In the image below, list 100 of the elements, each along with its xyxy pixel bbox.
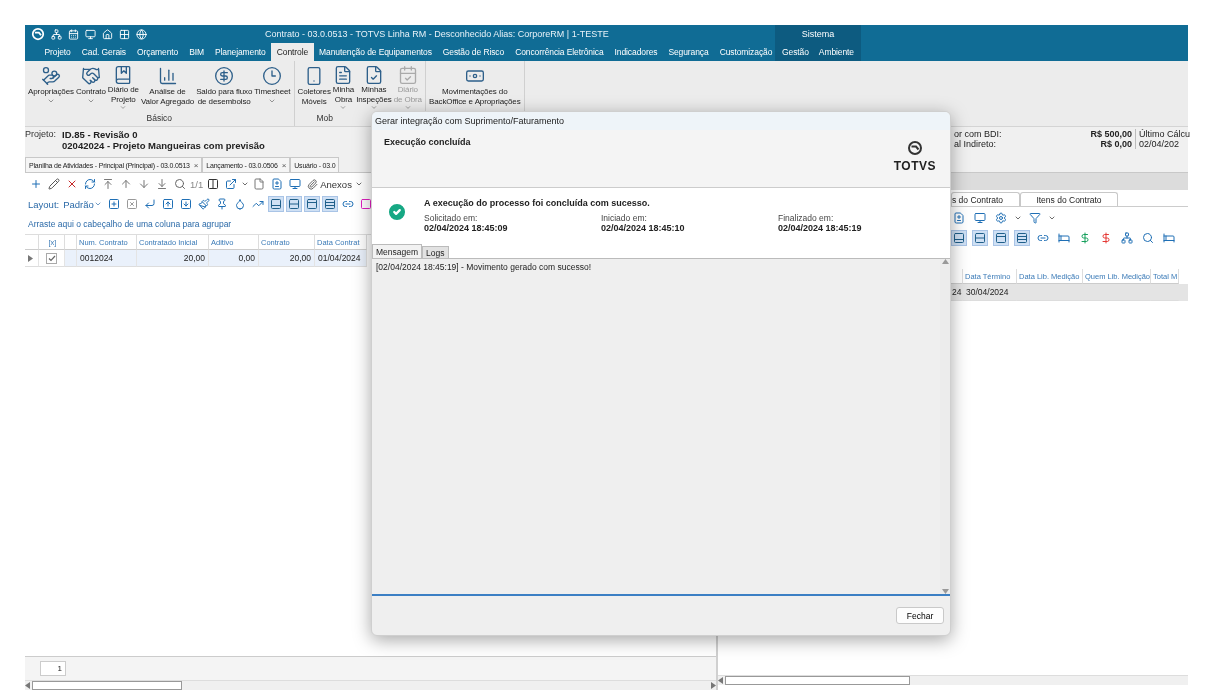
refresh-button[interactable] — [82, 176, 98, 192]
search-icon — [174, 178, 186, 190]
summary-value: R$ 500,00 — [1074, 129, 1136, 139]
tab[interactable]: Itens do Contrato — [1020, 192, 1118, 206]
move-top-icon — [102, 178, 114, 190]
chart-icon — [251, 198, 264, 210]
network-icon[interactable] — [51, 28, 62, 40]
menu-tab[interactable]: Manutenção de Equipamentos — [313, 43, 438, 61]
time-value: 02/04/2024 18:45:09 — [424, 223, 509, 233]
link-icon — [1037, 232, 1049, 244]
ribbon-button[interactable]: Coletores Móveis — [296, 61, 332, 111]
rows-three-button[interactable] — [1014, 230, 1030, 246]
summary-text: Último Cálcu — [1138, 129, 1188, 139]
search-button[interactable] — [172, 176, 188, 192]
menu-tab[interactable]: BIM — [183, 43, 210, 61]
monitor-button[interactable] — [287, 176, 304, 192]
caret-icon[interactable] — [1014, 214, 1022, 222]
layout-dropdown[interactable]: Padrão — [61, 196, 104, 212]
ribbon-button[interactable]: Análise de Valor Agregado — [139, 61, 196, 111]
caret-icon — [354, 180, 363, 188]
brush-button[interactable] — [195, 196, 212, 212]
caret-icon[interactable] — [1048, 214, 1056, 222]
scrollbar-thumb[interactable] — [32, 681, 182, 690]
panel-top-button[interactable] — [303, 196, 320, 212]
ribbon-button[interactable]: Diário de Projeto — [106, 61, 140, 111]
grid-icon[interactable] — [119, 28, 130, 40]
upload-icon — [161, 198, 174, 210]
pin-icon — [215, 198, 228, 210]
menu-tab[interactable]: Customização — [714, 43, 775, 61]
scroll-left-arrow[interactable] — [718, 677, 723, 684]
export-icon — [225, 178, 238, 190]
settings-icon — [995, 212, 1007, 224]
summary-value: R$ 0,00 — [1074, 139, 1136, 149]
panel-top-button[interactable] — [993, 230, 1009, 246]
summary-label: or com BDI: — [953, 129, 1003, 139]
menu-tab[interactable]: Planejamento — [209, 43, 272, 61]
settings-button[interactable] — [993, 210, 1009, 226]
panel-bottom-icon — [953, 232, 965, 244]
menu-tab[interactable]: Cad. Gerais — [76, 43, 132, 61]
menu-tab[interactable]: Indicadores — [609, 43, 663, 61]
ribbon-button[interactable]: Minha Obra — [331, 61, 356, 111]
menu-tab[interactable]: Controle — [271, 43, 314, 61]
menu-tab[interactable]: Orçamento — [131, 43, 184, 61]
edit-button[interactable] — [46, 176, 62, 192]
panel-bottom-button[interactable] — [267, 196, 284, 212]
rows-button[interactable] — [285, 196, 302, 212]
menu-tab[interactable]: Gestão — [777, 43, 814, 61]
calendar-icon[interactable] — [68, 28, 79, 40]
dollar-icon — [1079, 232, 1091, 244]
ribbon-button[interactable]: Timesheet — [253, 61, 292, 111]
dialog-heading: Execução concluída — [384, 137, 471, 149]
scroll-right-arrow[interactable] — [711, 682, 716, 689]
rows-three-button[interactable] — [321, 196, 338, 212]
globe-icon[interactable] — [136, 28, 147, 40]
menu-tab[interactable]: Gestão de Risco — [437, 43, 510, 61]
menu-tab[interactable]: Concorrência Eletrônica — [509, 43, 610, 61]
ribbon-button[interactable]: Saldo para fluxo de desembolso — [195, 61, 254, 111]
ribbon-button[interactable]: Contrato — [74, 61, 107, 111]
file-icon — [253, 178, 266, 190]
tree-button[interactable] — [1119, 230, 1135, 246]
ribbon-button[interactable]: Apropriações — [27, 61, 75, 111]
rows-button[interactable] — [972, 230, 988, 246]
expand-icon — [107, 198, 120, 210]
attachments-button[interactable]: Anexos — [305, 176, 365, 192]
tab[interactable]: s do Contrato — [951, 192, 1020, 206]
ribbon-button[interactable]: Movimentações do BackOffice e Apropriações — [427, 61, 522, 111]
rows-three-icon — [1016, 232, 1028, 244]
monitor-button[interactable] — [972, 210, 988, 226]
delete-icon — [66, 178, 78, 190]
search-button[interactable] — [1140, 230, 1156, 246]
panel-bottom-button[interactable] — [951, 230, 967, 246]
monitor-icon — [289, 178, 302, 190]
handshake-icon — [80, 66, 101, 86]
filter-button[interactable] — [1027, 210, 1043, 226]
scroll-right-arrow[interactable] — [28, 254, 33, 262]
group-label: Básico — [146, 113, 172, 123]
menu-tab[interactable]: Segurança — [662, 43, 715, 61]
tab[interactable]: Logs — [422, 246, 449, 258]
scrollbar-thumb[interactable] — [725, 676, 910, 685]
project-name: ID.85 - Revisão 0 — [62, 129, 139, 140]
tab[interactable]: Mensagem — [372, 244, 423, 258]
checkbox[interactable] — [46, 252, 57, 264]
success-message: A execução do processo foi concluída com sucesso. — [424, 198, 651, 208]
close-button[interactable]: × — [193, 160, 199, 170]
close-button[interactable]: Fechar — [896, 607, 944, 624]
caret-icon — [119, 104, 128, 111]
monitor-icon[interactable] — [85, 28, 96, 40]
close-button[interactable]: × — [281, 160, 287, 170]
menu-tab[interactable]: Projeto — [39, 43, 77, 61]
collapse-icon — [125, 198, 138, 210]
page-field[interactable]: 1 — [40, 661, 66, 676]
home-icon[interactable] — [102, 28, 113, 40]
ribbon-button[interactable]: Minhas Inspeções — [355, 61, 393, 111]
edit-icon — [48, 178, 60, 190]
caret-icon[interactable] — [241, 180, 250, 188]
scroll-left-arrow[interactable] — [25, 682, 30, 689]
calendar-check-icon — [397, 65, 418, 85]
add-icon — [30, 178, 42, 190]
menu-tab[interactable]: Ambiente — [813, 43, 859, 61]
page-counter: 1/1 — [190, 178, 204, 190]
